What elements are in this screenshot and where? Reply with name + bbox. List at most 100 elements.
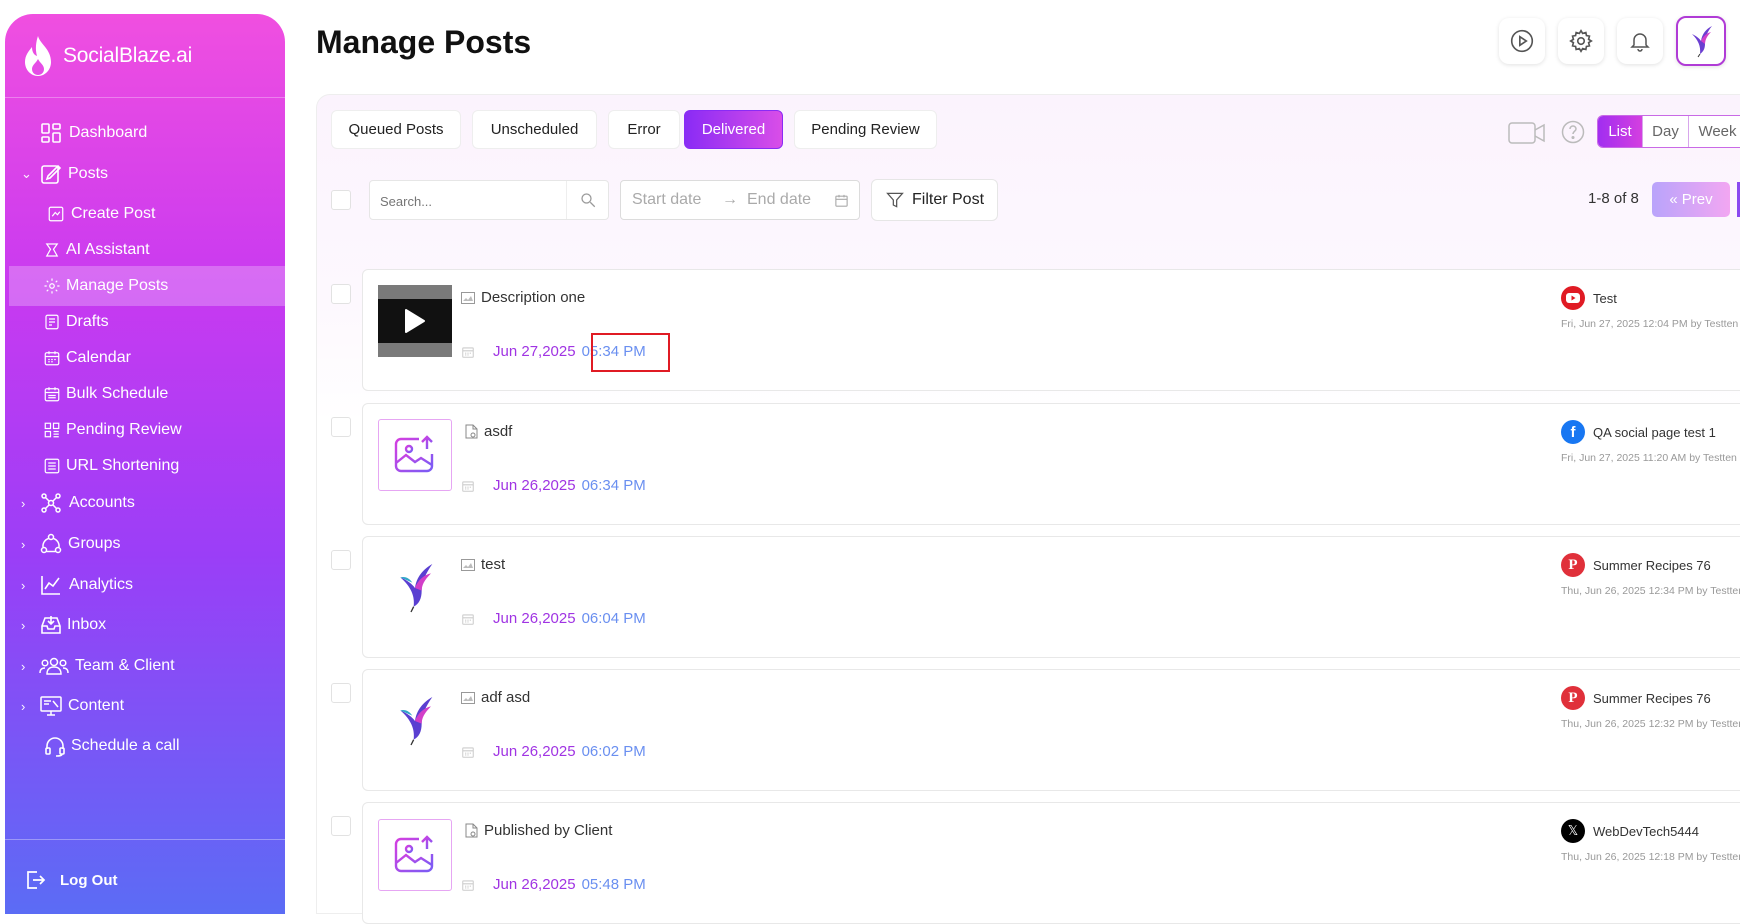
- post-card[interactable]: test Jun 26,2025 06:04 PM P Summer Recip…: [362, 536, 1740, 658]
- url-shortening-icon: [44, 458, 60, 474]
- sidebar-item-accounts[interactable]: › Accounts: [5, 483, 285, 523]
- post-date: Jun 26,2025: [493, 477, 576, 494]
- post-date: Jun 27,2025: [493, 343, 576, 360]
- highlight-box: [591, 333, 670, 372]
- post-checkbox[interactable]: [331, 550, 351, 570]
- post-account: 𝕏 WebDevTech5444: [1561, 819, 1699, 843]
- sidebar-item-create-post[interactable]: Create Post: [5, 194, 285, 234]
- post-thumbnail[interactable]: [378, 285, 452, 357]
- sidebar-item-dashboard[interactable]: Dashboard: [5, 113, 285, 153]
- sidebar-item-posts[interactable]: ⌄ Posts: [5, 154, 285, 194]
- post-title: Published by Client: [465, 822, 612, 839]
- post-card[interactable]: Published by Client Jun 26,2025 05:48 PM…: [362, 802, 1740, 924]
- brand-name: SocialBlaze.ai: [63, 43, 193, 67]
- search-input[interactable]: [380, 191, 550, 211]
- flame-logo-icon: [25, 35, 51, 76]
- post-checkbox[interactable]: [331, 417, 351, 437]
- view-week[interactable]: Week: [1688, 116, 1740, 147]
- sidebar-item-pending-review[interactable]: Pending Review: [5, 410, 285, 450]
- post-thumbnail[interactable]: [378, 685, 452, 757]
- brand[interactable]: SocialBlaze.ai: [5, 14, 285, 98]
- post-card[interactable]: asdf Jun 26,2025 06:34 PM f QA social pa…: [362, 403, 1740, 525]
- date-range-picker[interactable]: Start date → End date: [620, 180, 860, 220]
- team-icon: [39, 657, 69, 675]
- post-checkbox[interactable]: [331, 816, 351, 836]
- calendar-icon: [462, 746, 474, 758]
- post-title-text: Description one: [481, 289, 586, 306]
- youtube-icon: [1561, 286, 1585, 310]
- sidebar-item-schedule-call[interactable]: Schedule a call: [5, 726, 285, 766]
- post-card[interactable]: Description one Jun 27,2025 05:34 PM Tes…: [362, 269, 1740, 391]
- sidebar-item-label: Drafts: [66, 313, 109, 330]
- chevron-right-icon: ›: [21, 536, 26, 552]
- sidebar-item-manage-posts[interactable]: Manage Posts: [9, 266, 285, 306]
- sidebar-item-label: Content: [68, 697, 125, 714]
- sidebar-item-label: Groups: [68, 535, 121, 552]
- post-title-text: test: [481, 556, 506, 573]
- sidebar-item-label: Accounts: [69, 494, 135, 511]
- search-button[interactable]: [566, 181, 608, 219]
- post-thumbnail[interactable]: [378, 552, 452, 624]
- tab-unscheduled[interactable]: Unscheduled: [472, 110, 597, 149]
- sidebar-item-groups[interactable]: › Groups: [5, 524, 285, 564]
- post-checkbox[interactable]: [331, 683, 351, 703]
- post-account: f QA social page test 1: [1561, 420, 1716, 444]
- sidebar-item-url-shortening[interactable]: URL Shortening: [5, 446, 285, 486]
- post-card[interactable]: adf asd Jun 26,2025 06:02 PM P Summer Re…: [362, 669, 1740, 791]
- chevron-right-icon: ›: [21, 698, 26, 714]
- avatar[interactable]: [1676, 16, 1726, 66]
- tab-queued-posts[interactable]: Queued Posts: [331, 110, 461, 149]
- notifications-button[interactable]: [1617, 18, 1663, 64]
- account-name: Test: [1593, 290, 1617, 306]
- calendar-icon: [835, 194, 848, 207]
- settings-button[interactable]: [1558, 18, 1604, 64]
- sidebar-item-label: Inbox: [67, 616, 107, 633]
- select-all-checkbox[interactable]: [331, 190, 351, 210]
- sidebar-item-label: Analytics: [69, 576, 134, 593]
- account-name: Summer Recipes 76: [1593, 557, 1711, 573]
- gear-icon: [1569, 29, 1593, 53]
- sidebar-item-team-client[interactable]: › Team & Client: [5, 646, 285, 686]
- post-checkbox[interactable]: [331, 284, 351, 304]
- calendar-icon: [462, 879, 474, 891]
- sidebar-item-drafts[interactable]: Drafts: [5, 302, 285, 342]
- arrow-right-icon: →: [722, 191, 738, 208]
- post-thumbnail[interactable]: [378, 819, 452, 891]
- prev-label: Prev: [1681, 191, 1713, 208]
- post-title: asdf: [465, 423, 512, 440]
- sidebar-item-label: Calendar: [66, 349, 131, 366]
- search-icon: [580, 193, 595, 208]
- post-title: test: [461, 556, 505, 573]
- account-name: WebDevTech5444: [1593, 823, 1699, 839]
- posts-icon: [41, 164, 62, 184]
- document-icon: [465, 424, 478, 439]
- tab-pending-review[interactable]: Pending Review: [794, 110, 937, 149]
- logout-button[interactable]: Log Out: [5, 860, 285, 900]
- post-title-text: asdf: [484, 423, 513, 440]
- tab-error[interactable]: Error: [608, 110, 680, 149]
- sidebar-item-bulk-schedule[interactable]: Bulk Schedule: [5, 374, 285, 414]
- sidebar-item-calendar[interactable]: Calendar: [5, 338, 285, 378]
- sidebar-item-label: Manage Posts: [66, 277, 169, 294]
- post-time: 06:34 PM: [581, 477, 646, 494]
- sidebar-item-label: AI Assistant: [66, 241, 150, 258]
- tab-delivered[interactable]: Delivered: [684, 110, 783, 149]
- view-list[interactable]: List: [1598, 116, 1642, 147]
- filter-post-button[interactable]: Filter Post: [871, 179, 998, 221]
- post-thumbnail[interactable]: [378, 419, 452, 491]
- sidebar-item-ai-assistant[interactable]: AI Assistant: [5, 230, 285, 270]
- account-name: Summer Recipes 76: [1593, 690, 1711, 706]
- sidebar-item-content[interactable]: › Content: [5, 686, 285, 726]
- prev-page-button[interactable]: « Prev: [1652, 182, 1730, 217]
- logout-label: Log Out: [60, 871, 118, 889]
- sidebar-item-analytics[interactable]: › Analytics: [5, 565, 285, 605]
- post-title-text: Published by Client: [484, 822, 613, 839]
- view-day[interactable]: Day: [1642, 116, 1688, 147]
- tutorial-video-button[interactable]: [1499, 18, 1545, 64]
- help-icon[interactable]: [1561, 120, 1585, 144]
- video-camera-icon[interactable]: [1508, 121, 1546, 145]
- sidebar-item-inbox[interactable]: › Inbox: [5, 605, 285, 645]
- start-date-placeholder: Start date: [632, 191, 702, 208]
- analytics-icon: [41, 576, 60, 595]
- chevron-right-icon: ›: [21, 495, 26, 511]
